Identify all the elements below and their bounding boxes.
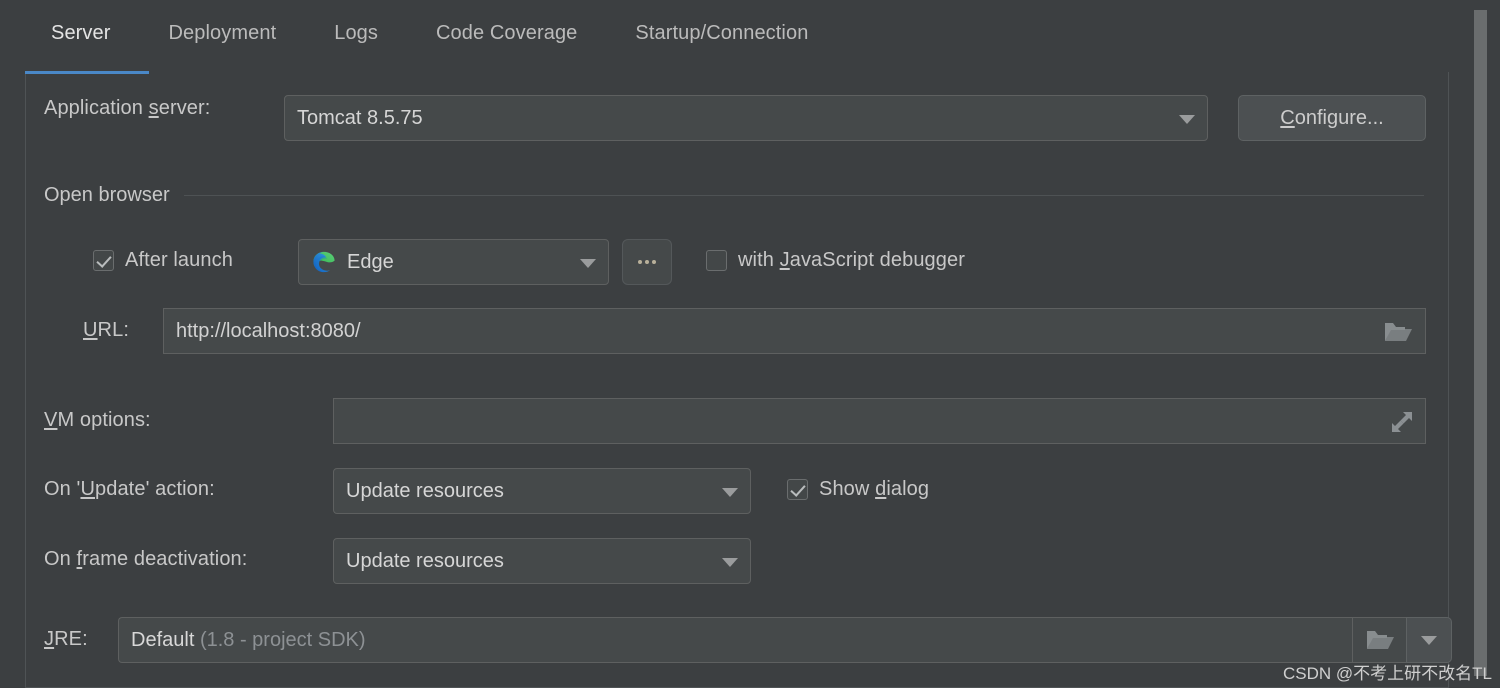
- jre-browse-button[interactable]: [1352, 617, 1406, 663]
- after-launch-label: After launch: [125, 249, 233, 271]
- on-update-action-combobox[interactable]: Update resources: [333, 468, 751, 514]
- after-launch-checkbox[interactable]: After launch: [93, 249, 233, 272]
- checkbox-box-unchecked-icon: [706, 250, 727, 271]
- on-frame-deactivation-row: On frame deactivation:: [44, 548, 247, 571]
- chevron-down-icon: [1421, 635, 1437, 645]
- vertical-scrollbar-track[interactable]: [1466, 0, 1500, 688]
- configure-button[interactable]: Configure...: [1238, 95, 1426, 141]
- on-update-action-label: On 'Update' action:: [44, 478, 215, 500]
- tab-deployment[interactable]: Deployment: [140, 22, 306, 63]
- on-frame-deactivation-value: Update resources: [346, 549, 504, 572]
- chevron-down-icon: [1179, 115, 1195, 124]
- url-browse-button[interactable]: [1378, 318, 1418, 346]
- ellipsis-dot: [638, 260, 642, 264]
- application-server-label: Application server:: [44, 97, 211, 119]
- javascript-debugger-label: with JavaScript debugger: [738, 249, 965, 271]
- checkbox-box-checked-icon: [93, 250, 114, 271]
- chevron-down-icon: [580, 259, 596, 268]
- browser-combobox[interactable]: Edge: [298, 239, 609, 285]
- url-input[interactable]: http://localhost:8080/: [163, 308, 1426, 354]
- watermark-text: CSDN @不考上研不改名TL: [1283, 664, 1492, 683]
- on-update-action-row: On 'Update' action:: [44, 478, 215, 501]
- ellipsis-dot: [645, 260, 649, 264]
- folder-icon: [1385, 323, 1412, 341]
- tab-strip: Server Deployment Logs Code Coverage Sta…: [0, 0, 1452, 74]
- expand-icon: [1392, 412, 1412, 432]
- vm-options-row: VM options:: [44, 409, 151, 432]
- chevron-down-icon: [722, 488, 738, 497]
- server-settings-panel: Application server: Tomcat 8.5.75 Config…: [25, 72, 1452, 688]
- ellipsis-dot: [652, 260, 656, 264]
- url-label: URL:: [83, 319, 129, 341]
- checkbox-box-checked-icon: [787, 479, 808, 500]
- edge-icon: [313, 251, 335, 273]
- active-tab-indicator: [25, 71, 149, 74]
- tab-code-coverage[interactable]: Code Coverage: [407, 22, 606, 63]
- jre-row: JRE:: [44, 628, 88, 651]
- jre-label: JRE:: [44, 628, 88, 650]
- jre-dropdown-button[interactable]: [1406, 617, 1452, 663]
- browse-browsers-button[interactable]: [622, 239, 672, 285]
- tomcat-run-configuration-window: Server Deployment Logs Code Coverage Sta…: [0, 0, 1500, 688]
- on-frame-deactivation-label: On frame deactivation:: [44, 548, 248, 570]
- tab-logs[interactable]: Logs: [305, 22, 407, 63]
- jre-side-controls: [1352, 617, 1452, 663]
- vm-options-input[interactable]: [333, 398, 1426, 444]
- jre-value: Default (1.8 - project SDK): [131, 628, 366, 651]
- vm-options-expand-button[interactable]: [1386, 408, 1418, 436]
- tab-startup-connection[interactable]: Startup/Connection: [606, 22, 837, 63]
- application-server-value: Tomcat 8.5.75: [297, 106, 423, 129]
- url-value: http://localhost:8080/: [176, 319, 361, 342]
- jre-combobox[interactable]: Default (1.8 - project SDK): [118, 617, 1406, 663]
- application-server-row: Application server:: [44, 97, 210, 120]
- tab-list: Server Deployment Logs Code Coverage Sta…: [25, 22, 837, 63]
- javascript-debugger-checkbox[interactable]: with JavaScript debugger: [706, 249, 965, 272]
- show-dialog-label: Show dialog: [819, 478, 930, 500]
- show-dialog-checkbox[interactable]: Show dialog: [787, 478, 929, 501]
- tab-server[interactable]: Server: [25, 22, 140, 63]
- group-divider-line: [183, 195, 1424, 196]
- on-frame-deactivation-combobox[interactable]: Update resources: [333, 538, 751, 584]
- url-row: URL:: [83, 319, 129, 342]
- vertical-scrollbar-thumb[interactable]: [1474, 10, 1487, 676]
- open-browser-group-header: Open browser: [44, 184, 1424, 207]
- configure-button-label: Configure...: [1280, 106, 1384, 129]
- open-browser-group-title: Open browser: [44, 184, 170, 206]
- browser-value: Edge: [347, 250, 394, 273]
- on-update-action-value: Update resources: [346, 479, 504, 502]
- folder-icon: [1366, 631, 1394, 649]
- application-server-combobox[interactable]: Tomcat 8.5.75: [284, 95, 1208, 141]
- chevron-down-icon: [722, 558, 738, 567]
- vm-options-label: VM options:: [44, 409, 151, 431]
